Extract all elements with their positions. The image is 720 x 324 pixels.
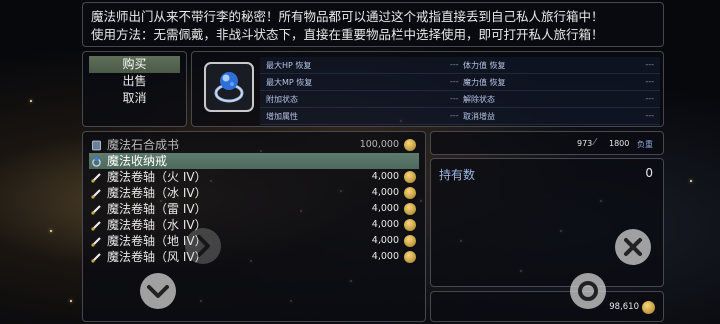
shop-list-item[interactable]: 魔法卷轴（冰 IV） 4,000	[89, 185, 419, 201]
stat-row: 增加属性 --- 取消增益 ---	[260, 108, 660, 125]
star	[50, 230, 52, 232]
gold-coin-icon	[404, 139, 416, 151]
gold-coin-icon	[404, 203, 416, 215]
close-icon	[624, 238, 642, 256]
ring-icon	[204, 62, 254, 112]
item-stats-table: 最大HP 恢复 --- 体力值 恢复 --- 最大MP 恢复 --- 魔力值 恢…	[260, 57, 660, 125]
item-price: 4,000	[371, 187, 399, 198]
star	[70, 300, 72, 302]
gold-coin-icon	[404, 251, 416, 263]
stat-label: 取消增益	[463, 112, 495, 121]
stat-label: 增加属性	[266, 112, 298, 121]
shop-list-item[interactable]: 魔法卷轴（地 IV） 4,000	[89, 233, 419, 249]
shop-item-list: 魔法石合成书 100,000 魔法收纳戒 魔法卷轴（火 IV） 4,000 魔法卷轴（冰 …	[82, 131, 426, 322]
scroll-icon	[91, 235, 102, 247]
weight-slash-icon: ⁄	[594, 137, 596, 148]
item-price: 100,000	[359, 139, 399, 150]
down-arrow-button[interactable]	[140, 273, 176, 309]
scroll-icon	[91, 251, 102, 263]
scroll-icon	[91, 187, 102, 199]
ring-icon	[91, 155, 102, 167]
item-name: 魔法收纳戒	[107, 154, 168, 168]
gold-coin-icon	[404, 187, 416, 199]
stat-row: 附加状态 --- 解除状态 ---	[260, 91, 660, 108]
item-price: 4,000	[371, 171, 399, 182]
stat-value: ---	[450, 77, 459, 86]
stat-value: ---	[645, 60, 654, 69]
description-line-2: 使用方法：无需佩戴，非战斗状态下，直接在重要物品栏中选择使用，即可打开私人旅行箱…	[91, 27, 604, 42]
gold-coin-icon	[404, 171, 416, 183]
scroll-icon	[91, 219, 102, 231]
shop-list-item[interactable]: 魔法卷轴（水 IV） 4,000	[89, 217, 419, 233]
stat-value: ---	[450, 60, 459, 69]
stat-value: ---	[645, 77, 654, 86]
item-description-panel: 魔法师出门从来不带行李的秘密！所有物品都可以通过这个戒指直接丢到自己私人旅行箱中…	[82, 2, 664, 47]
weight-max: 1800	[609, 139, 630, 148]
weight-label: 负重	[637, 140, 653, 149]
weight-current: 973	[577, 139, 593, 148]
shop-list-item[interactable]: 魔法卷轴（雷 IV） 4,000	[89, 201, 419, 217]
confirm-button[interactable]	[570, 273, 606, 309]
circle-confirm-icon	[578, 281, 598, 301]
stat-value: ---	[645, 94, 654, 103]
item-price: 4,000	[371, 203, 399, 214]
stat-label: 最大MP 恢复	[266, 78, 313, 87]
star	[30, 100, 32, 102]
gold-panel: 98,610	[430, 291, 664, 322]
item-name: 魔法卷轴（冰 IV）	[107, 186, 207, 200]
menu-cancel[interactable]: 取消	[89, 90, 180, 107]
gold-coin-icon	[404, 219, 416, 231]
shop-list-item[interactable]: 魔法卷轴（火 IV） 4,000	[89, 169, 419, 185]
shop-list-item[interactable]: 魔法石合成书 100,000	[89, 137, 419, 153]
item-name: 魔法石合成书	[107, 138, 180, 152]
stat-row: 最大MP 恢复 --- 魔力值 恢复 ---	[260, 74, 660, 91]
owned-value: 0	[645, 166, 653, 180]
shop-list-item[interactable]: 魔法收纳戒	[89, 153, 419, 169]
stat-label: 解除状态	[463, 95, 495, 104]
item-price: 4,000	[371, 235, 399, 246]
stat-label: 魔力值 恢复	[463, 78, 506, 87]
item-info-panel: 最大HP 恢复 --- 体力值 恢复 --- 最大MP 恢复 --- 魔力值 恢…	[191, 51, 664, 127]
gold-coin-icon	[642, 301, 655, 314]
description-line-1: 魔法师出门从来不带行李的秘密！所有物品都可以通过这个戒指直接丢到自己私人旅行箱中…	[91, 9, 604, 24]
shop-list-item[interactable]: 魔法卷轴（风 IV） 4,000	[89, 249, 419, 265]
menu-sell[interactable]: 出售	[89, 73, 180, 90]
stat-label: 体力值 恢复	[463, 61, 506, 70]
menu-buy[interactable]: 购买	[89, 56, 180, 73]
gold-amount: 98,610	[609, 302, 639, 312]
star	[690, 180, 692, 182]
close-button[interactable]	[615, 229, 651, 265]
item-name: 魔法卷轴（雷 IV）	[107, 202, 207, 216]
stat-value: ---	[645, 111, 654, 120]
scroll-icon	[91, 171, 102, 183]
right-arrow-button[interactable]	[185, 228, 221, 264]
item-price: 4,000	[371, 251, 399, 262]
stat-value: ---	[450, 94, 459, 103]
stat-label: 附加状态	[266, 95, 298, 104]
stat-value: ---	[450, 111, 459, 120]
stat-label: 最大HP 恢复	[266, 61, 312, 70]
owned-count-panel: 持有数 0	[430, 158, 664, 287]
shop-command-menu: 购买 出售 取消	[82, 51, 187, 127]
owned-label: 持有数	[439, 168, 476, 182]
scroll-icon	[91, 203, 102, 215]
item-name: 魔法卷轴（火 IV）	[107, 170, 207, 184]
stat-row: 最大HP 恢复 --- 体力值 恢复 ---	[260, 57, 660, 74]
weight-panel: 973 ⁄ 1800 负重	[430, 131, 664, 155]
item-price: 4,000	[371, 219, 399, 230]
book-icon	[91, 139, 102, 151]
gold-coin-icon	[404, 235, 416, 247]
